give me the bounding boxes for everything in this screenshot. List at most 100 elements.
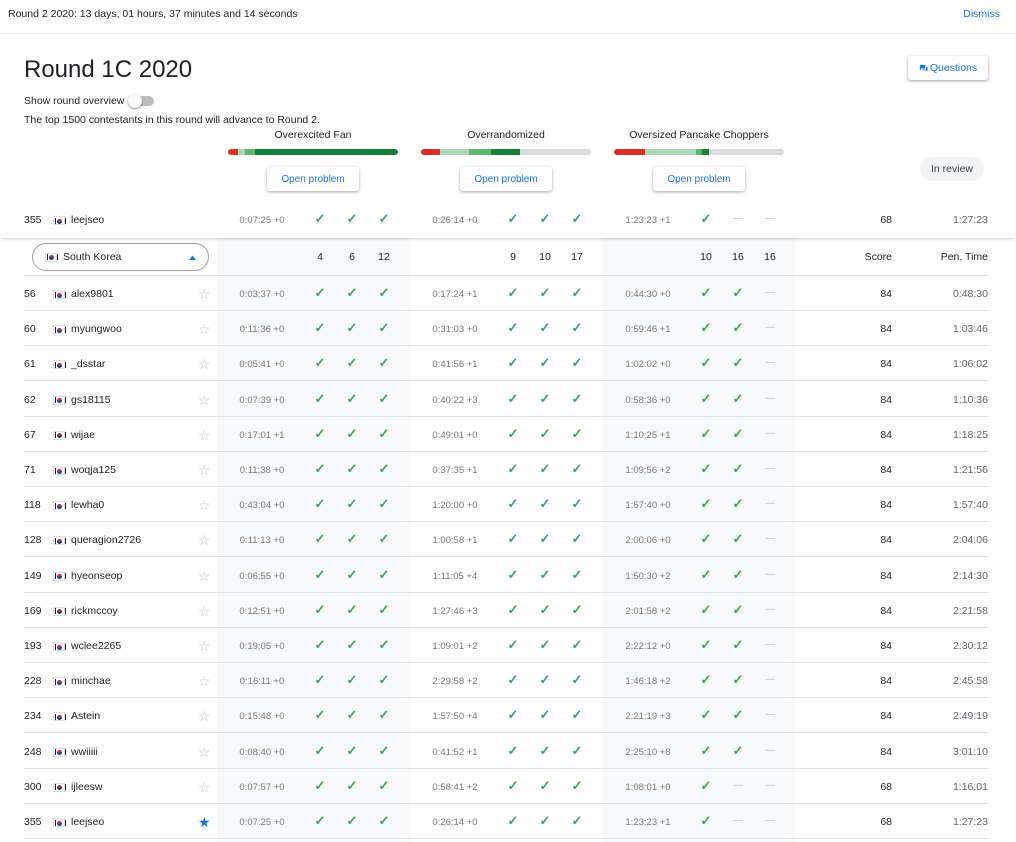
star-icon[interactable]: ☆ [198, 604, 211, 618]
penalty-time: 3:01:10 [952, 745, 988, 758]
solve-time: 1:57:40 +0 [625, 500, 671, 512]
check-icon: ✓ [378, 742, 390, 758]
solve-time: 2:00:06 +0 [625, 535, 671, 547]
contestant-name[interactable]: leejseo [71, 213, 104, 227]
star-icon[interactable]: ☆ [198, 780, 211, 794]
solve-time: 0:16:11 +0 [239, 676, 285, 688]
solve-time: 0:08:40 +0 [239, 746, 285, 758]
overview-toggle[interactable] [128, 94, 155, 108]
check-icon: ✓ [571, 320, 583, 336]
check-icon: ✓ [314, 601, 326, 617]
contestant-name[interactable]: alex9801 [71, 287, 114, 301]
toggle-knob [128, 94, 143, 108]
star-icon[interactable]: ☆ [198, 287, 211, 301]
check-icon: ✓ [378, 777, 390, 793]
star-icon[interactable]: ☆ [198, 428, 211, 442]
korea-flag-icon [53, 360, 66, 370]
star-icon[interactable]: ☆ [198, 322, 211, 336]
check-icon: ✓ [314, 531, 326, 547]
questions-button[interactable]: Questions [908, 56, 988, 80]
solve-time: 1:10:25 +1 [625, 429, 671, 441]
korea-flag-icon [53, 325, 66, 335]
check-icon: ✓ [314, 285, 326, 300]
star-icon[interactable]: ☆ [198, 533, 211, 547]
contestant-name[interactable]: lewha0 [71, 498, 104, 512]
contestant-name[interactable]: wclee2265 [71, 639, 121, 653]
star-icon[interactable]: ☆ [198, 463, 211, 477]
check-icon: ✓ [732, 320, 744, 336]
penalty-time: 0:48:30 [952, 288, 988, 300]
check-icon: ✓ [378, 461, 390, 476]
penalty-time: 2:49:19 [952, 710, 988, 723]
check-icon: ✓ [346, 777, 358, 793]
penalty-time: 1:10:36 [952, 393, 988, 406]
check-icon: ✓ [378, 496, 390, 512]
check-icon: ✓ [539, 496, 551, 512]
check-icon: ✓ [346, 355, 358, 371]
star-icon[interactable]: ☆ [198, 674, 211, 688]
dash-icon: — [765, 709, 775, 721]
solve-time: 0:44:30 +0 [625, 289, 671, 300]
contestant-name[interactable]: queragion2726 [71, 533, 141, 547]
open-problem-button[interactable]: Open problem [267, 167, 359, 191]
dash-icon: — [765, 427, 775, 439]
star-icon[interactable]: ☆ [198, 709, 211, 723]
solve-time: 0:07:25 +0 [239, 215, 285, 226]
solve-time: 1:23:23 +1 [625, 215, 671, 226]
score: 84 [880, 323, 892, 336]
open-problem-button[interactable]: Open problem [653, 167, 745, 191]
check-icon: ✓ [700, 211, 712, 226]
star-icon[interactable]: ☆ [198, 745, 211, 759]
check-icon: ✓ [314, 211, 326, 226]
rank: 62 [24, 393, 36, 406]
rank: 300 [24, 780, 42, 793]
check-icon: ✓ [507, 672, 519, 688]
check-icon: ✓ [732, 531, 744, 547]
check-icon: ✓ [700, 355, 712, 371]
contestant-name[interactable]: myungwoo [71, 322, 122, 336]
star-icon[interactable]: ★ [198, 815, 211, 829]
check-icon: ✓ [571, 390, 583, 406]
check-icon: ✓ [314, 390, 326, 406]
contestant-name[interactable]: minchae [71, 674, 111, 688]
contestant-name[interactable]: Astein [71, 709, 100, 723]
penalty-time: 2:30:12 [952, 640, 988, 652]
problem-stats-bar [614, 149, 784, 155]
open-problem-button[interactable]: Open problem [460, 167, 552, 191]
penalty-time: 1:03:46 [952, 323, 988, 336]
penalty-time: 2:45:58 [952, 675, 988, 688]
contestant-name[interactable]: wwiiiii [71, 745, 98, 759]
star-icon[interactable]: ☆ [198, 569, 211, 583]
table-row: 67 wijae ☆ 0:17:01 +1 ✓ ✓ ✓ 0:49:01 +0 ✓ ✓ ✓ 1:10:2… [0, 417, 1016, 452]
my-result-row: 355 leejseo 0:07:25 +0 ✓ ✓ ✓ 0:26:14 +0 ✓ ✓ ✓ 1:23… [0, 202, 1016, 238]
contestant-name[interactable]: leejseo [71, 815, 104, 829]
contestant-name[interactable]: _dsstar [71, 357, 105, 371]
contestant-name[interactable]: rickmccoy [71, 604, 118, 618]
contestant-name[interactable]: wijae [71, 428, 95, 442]
contestant-name[interactable]: ijleesw [71, 780, 103, 794]
check-icon: ✓ [539, 777, 551, 793]
check-icon: ✓ [571, 461, 583, 476]
dismiss-link[interactable]: Dismiss [963, 8, 1000, 20]
check-icon: ✓ [700, 566, 712, 582]
solve-time: 0:11:36 +0 [239, 324, 285, 336]
score: 84 [880, 499, 892, 512]
contestant-name[interactable]: hyeonseop [71, 569, 122, 583]
contestant-name[interactable]: gs18115 [71, 393, 111, 407]
check-icon: ✓ [539, 211, 551, 226]
star-icon[interactable]: ☆ [198, 357, 211, 371]
country-filter-select[interactable]: South Korea [32, 243, 209, 271]
check-icon: ✓ [539, 285, 551, 300]
stats-segment [490, 149, 520, 155]
solve-time: 0:07:25 +0 [239, 817, 285, 828]
star-icon[interactable]: ☆ [198, 498, 211, 512]
contestant-name[interactable]: woqja125 [71, 463, 116, 477]
check-icon: ✓ [732, 566, 744, 582]
check-icon: ✓ [378, 813, 390, 828]
star-icon[interactable]: ☆ [198, 393, 211, 407]
dash-icon: — [765, 533, 775, 545]
rank: 193 [24, 640, 42, 652]
check-icon: ✓ [378, 355, 390, 371]
star-icon[interactable]: ☆ [198, 639, 211, 653]
check-icon: ✓ [732, 637, 744, 652]
